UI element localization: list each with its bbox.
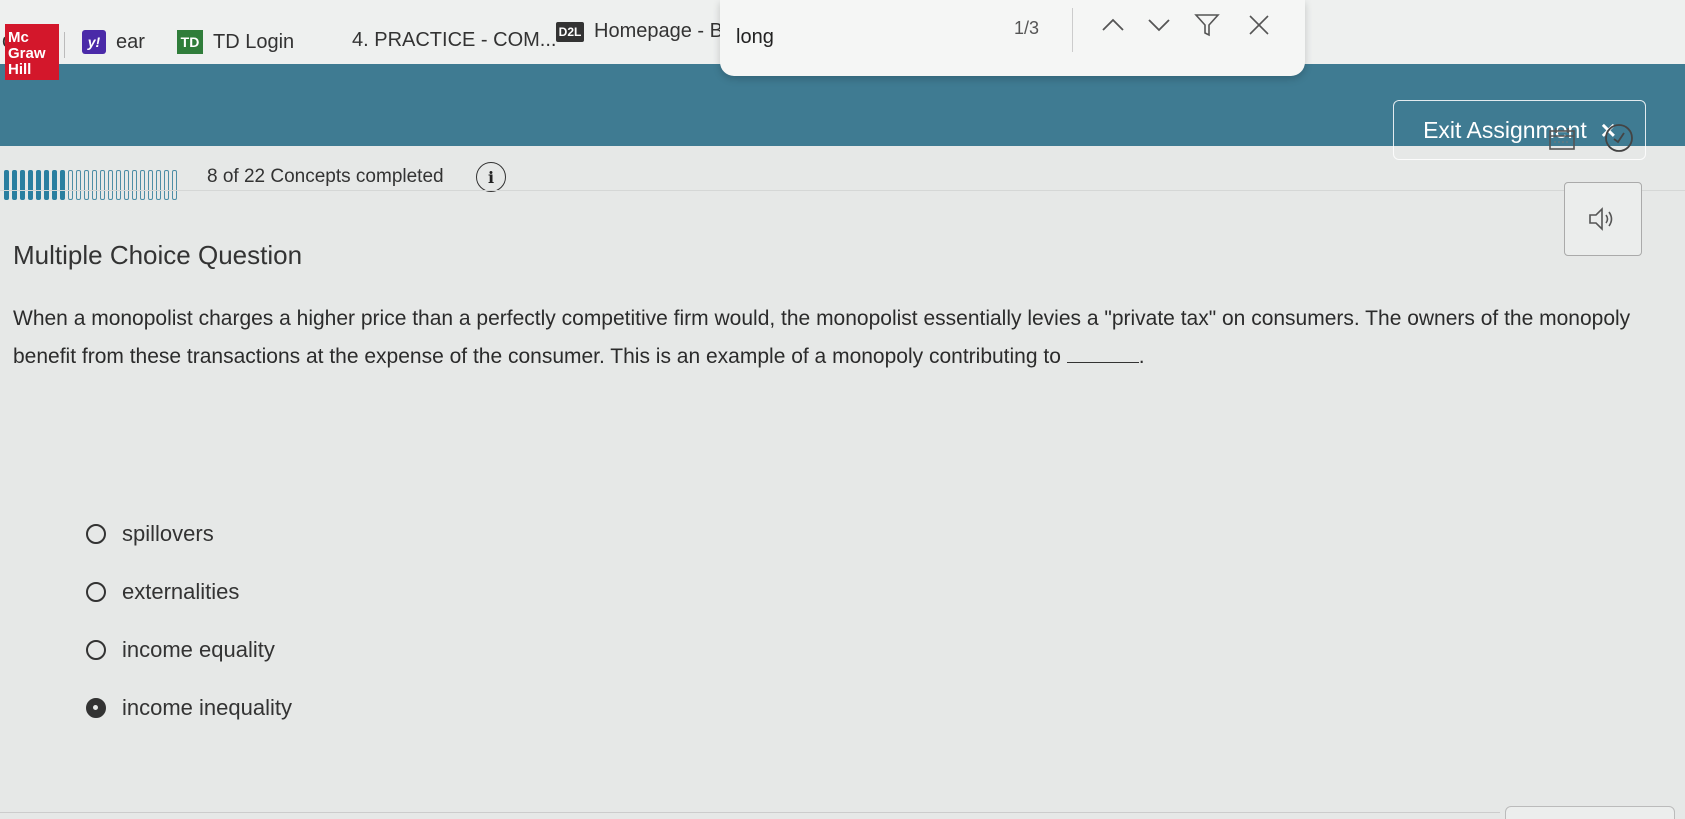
progress-segment-complete [4, 170, 9, 200]
progress-segment-incomplete [132, 170, 137, 200]
progress-segment-incomplete [148, 170, 153, 200]
find-match-count: 1/3 [1014, 18, 1040, 38]
answer-option[interactable]: income equality [86, 621, 292, 679]
progress-segment-incomplete [140, 170, 145, 200]
find-in-page-bar: 1/3 [720, 0, 1305, 76]
answer-option[interactable]: income inequality [86, 679, 292, 737]
answer-option[interactable]: externalities [86, 563, 292, 621]
question-text-end: . [1138, 345, 1145, 368]
progress-segment-incomplete [108, 170, 113, 200]
speaker-icon [1589, 207, 1613, 231]
logo-line: Mc [8, 29, 29, 46]
progress-segment-incomplete [172, 170, 177, 200]
divider [0, 812, 1500, 813]
progress-segment-complete [52, 170, 57, 200]
divider [0, 190, 1685, 191]
progress-segment-complete [44, 170, 49, 200]
read-aloud-button[interactable] [1564, 182, 1642, 256]
d2l-icon: D2L [556, 21, 584, 42]
radio-button[interactable] [86, 524, 106, 544]
answer-blank [1066, 345, 1139, 363]
option-label: income inequality [122, 695, 292, 720]
bookmarks-divider [64, 32, 65, 58]
microsoft-icon [318, 28, 342, 52]
close-icon [1249, 15, 1269, 35]
clock-icon[interactable] [1603, 122, 1635, 154]
bookmark-practice[interactable]: 4. PRACTICE - COM... [318, 28, 556, 52]
yahoo-icon: y! [82, 30, 106, 54]
radio-button-selected[interactable] [86, 698, 106, 718]
calendar-icon[interactable] [1549, 128, 1575, 150]
progress-segment-incomplete [124, 170, 129, 200]
logo-line: Graw [8, 45, 46, 62]
progress-label: 8 of 22 Concepts completed [207, 166, 444, 187]
find-input[interactable] [736, 26, 996, 49]
bookmark-homepage[interactable]: D2L Homepage - Bl [556, 20, 727, 43]
progress-segment-complete [36, 170, 41, 200]
find-previous-button[interactable] [1094, 6, 1132, 44]
chevron-down-icon [1148, 19, 1170, 32]
find-next-button[interactable] [1140, 6, 1178, 44]
find-close-button[interactable] [1240, 6, 1278, 44]
bookmark-label: Homepage - Bl [594, 20, 728, 42]
progress-segment-incomplete [68, 170, 73, 200]
bookmark-label: TD Login [213, 30, 295, 53]
progress-segment-incomplete [164, 170, 169, 200]
progress-segment-incomplete [84, 170, 89, 200]
progress-segment-incomplete [156, 170, 161, 200]
progress-segment-incomplete [116, 170, 121, 200]
bookmark-td-login[interactable]: TD TD Login [177, 30, 294, 54]
radio-button[interactable] [86, 640, 106, 660]
find-filter-button[interactable] [1188, 6, 1226, 44]
concept-progress-bar [4, 170, 177, 200]
option-label: externalities [122, 579, 240, 604]
find-divider [1072, 8, 1073, 52]
radio-button[interactable] [86, 582, 106, 602]
mcgraw-hill-logo: Mc Graw Hill [5, 24, 59, 80]
app-header: Exit Assignment × [0, 64, 1685, 160]
bookmark-label: 4. PRACTICE - COM... [352, 28, 557, 51]
logo-line: Hill [8, 61, 32, 78]
answer-options: spillovers externalities income equality… [86, 505, 292, 737]
bookmark-label: ear [116, 30, 145, 53]
question-text: When a monopolist charges a higher price… [13, 307, 1631, 368]
progress-segment-complete [12, 170, 17, 200]
progress-segment-complete [60, 170, 65, 200]
td-icon: TD [177, 30, 203, 54]
filter-icon [1194, 14, 1220, 37]
progress-segment-incomplete [92, 170, 97, 200]
info-icon[interactable]: i [476, 162, 506, 192]
question-type-heading: Multiple Choice Question [13, 240, 303, 270]
chevron-up-icon [1102, 18, 1124, 31]
bookmark-yahoo[interactable]: y! ear [82, 30, 145, 54]
next-button[interactable] [1505, 806, 1675, 819]
option-label: spillovers [122, 521, 214, 546]
answer-option[interactable]: spillovers [86, 505, 292, 563]
progress-segment-incomplete [100, 170, 105, 200]
progress-segment-complete [28, 170, 33, 200]
progress-segment-incomplete [76, 170, 81, 200]
question-prompt: When a monopolist charges a higher price… [13, 300, 1643, 376]
progress-segment-complete [20, 170, 25, 200]
option-label: income equality [122, 637, 275, 662]
